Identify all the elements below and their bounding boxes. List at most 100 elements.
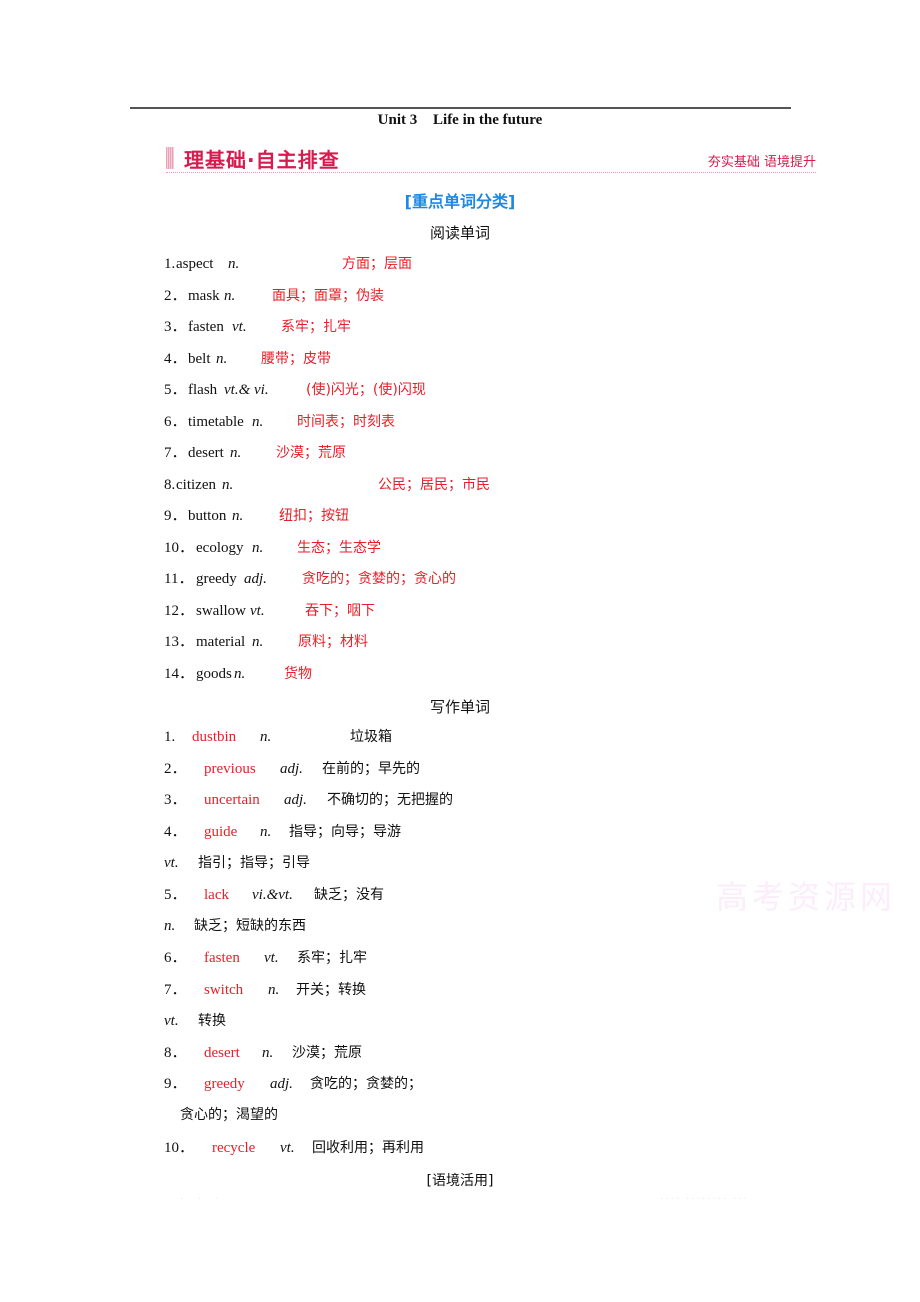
part-of-speech: adj. xyxy=(280,761,303,777)
item-number: 4． xyxy=(164,351,187,367)
section-title: 理基础·自主排查 xyxy=(184,148,340,172)
english-word: citizen xyxy=(176,477,216,493)
item-number: 7． xyxy=(164,982,187,998)
part-of-speech: adj. xyxy=(284,792,307,808)
chinese-meaning: 垃圾箱 xyxy=(350,729,392,745)
item-number: 10． xyxy=(164,1140,195,1156)
unit-name: Life in the future xyxy=(433,112,543,128)
part-of-speech: n. xyxy=(222,477,234,493)
chinese-meaning: 贪吃的；贪婪的； xyxy=(310,1076,422,1092)
english-word: goods xyxy=(196,666,232,682)
item-number: 2． xyxy=(164,761,187,777)
part-of-speech: adj. xyxy=(244,571,267,587)
english-word: swallow xyxy=(196,603,246,619)
part-of-speech: n. xyxy=(224,288,236,304)
item-number: 8. xyxy=(164,477,176,493)
item-number: 9． xyxy=(164,508,187,524)
part-of-speech: n. xyxy=(262,1045,274,1061)
unit-title: Unit 3 Life in the future xyxy=(0,112,920,129)
english-word: desert xyxy=(188,445,224,461)
category-title: [重点单词分类] xyxy=(404,192,516,211)
english-word: ecology xyxy=(196,540,244,556)
english-word: dustbin xyxy=(192,729,237,745)
chinese-meaning: 指引；指导；引导 xyxy=(198,855,310,871)
chinese-meaning: 腰带；皮带 xyxy=(261,351,331,367)
item-number: 5． xyxy=(164,382,187,398)
part-of-speech: vt. xyxy=(264,950,279,966)
part-of-speech: n. xyxy=(230,445,242,461)
chinese-meaning: 沙漠；荒原 xyxy=(276,445,346,461)
english-word: flash xyxy=(188,382,218,398)
item-number: 2． xyxy=(164,288,187,304)
item-number: 12． xyxy=(164,603,195,619)
english-word: mask xyxy=(188,288,220,304)
item-number: 6． xyxy=(164,950,187,966)
part-of-speech: n. xyxy=(268,982,280,998)
english-word: button xyxy=(188,508,227,524)
section-marker-icon xyxy=(166,147,174,169)
chinese-meaning: 公民；居民；市民 xyxy=(378,477,490,493)
part-of-speech: vt. xyxy=(164,1013,179,1029)
chinese-meaning: 缺乏；短缺的东西 xyxy=(194,918,306,934)
item-number: 10． xyxy=(164,540,195,556)
english-word: switch xyxy=(204,982,244,998)
chinese-meaning: 缺乏；没有 xyxy=(314,887,384,903)
part-of-speech: vt. xyxy=(250,603,265,619)
chinese-meaning: 方面；层面 xyxy=(342,256,412,272)
english-word: belt xyxy=(188,351,211,367)
chinese-meaning: 纽扣；按钮 xyxy=(279,508,349,524)
chinese-meaning: 指导；向导；导游 xyxy=(289,824,401,840)
item-number: 1. xyxy=(164,729,176,745)
part-of-speech: n. xyxy=(234,666,246,682)
english-word: fasten xyxy=(188,319,224,335)
part-of-speech: n. xyxy=(216,351,228,367)
chinese-meaning: (使)闪光；(使)闪现 xyxy=(306,382,426,398)
top-rule xyxy=(130,107,791,109)
chinese-meaning: 系牢；扎牢 xyxy=(281,319,351,335)
item-number: 1. xyxy=(164,256,176,272)
item-number: 14． xyxy=(164,666,195,682)
chinese-meaning: 转换 xyxy=(198,1013,226,1029)
part-of-speech: vt. xyxy=(232,319,247,335)
english-word: guide xyxy=(204,824,238,840)
english-word: material xyxy=(196,634,246,650)
part-of-speech: n. xyxy=(260,824,272,840)
part-of-speech: n. xyxy=(252,540,264,556)
faint-footer-right: ···· ········ ··· xyxy=(660,1194,749,1205)
english-word: aspect xyxy=(176,256,214,272)
item-number: 3． xyxy=(164,319,187,335)
english-word: desert xyxy=(204,1045,240,1061)
chinese-meaning: 开关；转换 xyxy=(296,982,366,998)
section-tagline: 夯实基础 语境提升 xyxy=(707,155,816,170)
chinese-meaning: 不确切的；无把握的 xyxy=(327,792,453,808)
watermark: 高考资源网 xyxy=(716,878,897,916)
item-number: 6． xyxy=(164,414,187,430)
part-of-speech: n. xyxy=(164,918,176,934)
english-word: timetable xyxy=(188,414,244,430)
english-word: greedy xyxy=(196,571,237,587)
chinese-meaning: 在前的；早先的 xyxy=(322,761,420,777)
part-of-speech: n. xyxy=(228,256,240,272)
reading-words-title: 阅读单词 xyxy=(429,224,490,242)
chinese-meaning: 系牢；扎牢 xyxy=(297,950,367,966)
item-number: 7． xyxy=(164,445,187,461)
chinese-meaning: 贪吃的；贪婪的；贪心的 xyxy=(302,571,456,587)
part-of-speech: n. xyxy=(252,634,264,650)
part-of-speech: vt.& vi. xyxy=(224,382,269,398)
writing-words-title: 写作单词 xyxy=(429,698,490,716)
chinese-meaning: 吞下；咽下 xyxy=(305,603,375,619)
part-of-speech: adj. xyxy=(270,1076,293,1092)
english-word: previous xyxy=(204,761,256,777)
item-number: 9． xyxy=(164,1076,187,1092)
chinese-meaning: 贪心的；渴望的 xyxy=(180,1107,278,1123)
part-of-speech: n. xyxy=(252,414,264,430)
english-word: lack xyxy=(204,887,229,903)
english-word: uncertain xyxy=(204,792,260,808)
item-number: 13． xyxy=(164,634,195,650)
chinese-meaning: 原料；材料 xyxy=(298,634,368,650)
part-of-speech: n. xyxy=(232,508,244,524)
section-banner: 理基础·自主排查 夯实基础 语境提升 xyxy=(166,145,816,173)
item-number: 11． xyxy=(164,571,194,587)
chinese-meaning: 面具；面罩；伪装 xyxy=(272,288,384,304)
part-of-speech: vi.&vt. xyxy=(252,887,293,903)
